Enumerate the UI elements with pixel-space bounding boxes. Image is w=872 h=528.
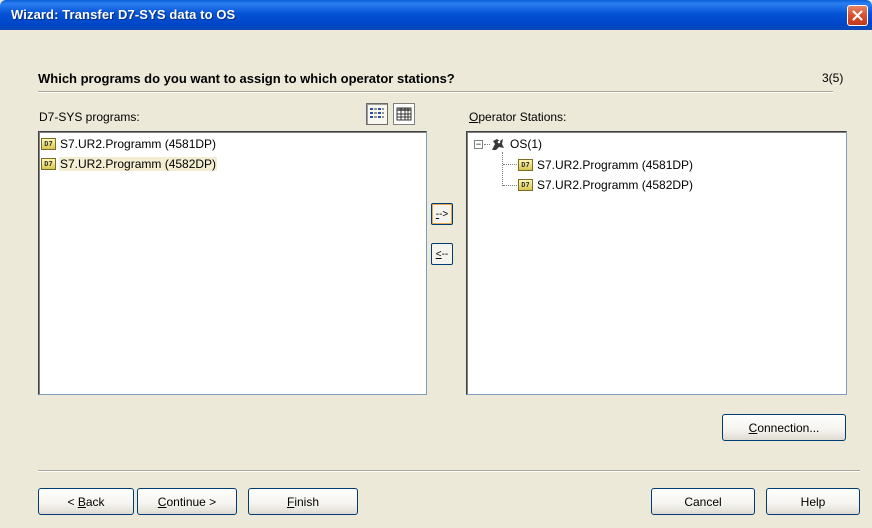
- program-icon: D7: [41, 138, 56, 150]
- tree-node-label: S7.UR2.Programm (4581DP): [537, 158, 694, 172]
- list-view-icon: [370, 108, 384, 118]
- window-title: Wizard: Transfer D7-SYS data to OS: [11, 7, 236, 22]
- footer-divider: [38, 470, 860, 472]
- continue-button[interactable]: Continue >: [137, 488, 237, 515]
- operator-station-icon: [492, 138, 504, 150]
- step-indicator: 3(5): [822, 71, 844, 85]
- finish-button[interactable]: Finish: [248, 488, 358, 515]
- list-view-button[interactable]: [366, 103, 388, 125]
- wizard-window: Wizard: Transfer D7-SYS data to OS Which…: [0, 0, 872, 528]
- back-button[interactable]: < Back: [38, 488, 134, 515]
- list-item-label: S7.UR2.Programm (4581DP): [60, 137, 217, 151]
- heading-divider: [38, 91, 833, 93]
- tree-node-program[interactable]: D7 S7.UR2.Programm (4582DP): [518, 177, 694, 193]
- close-icon: [852, 10, 863, 21]
- program-icon: D7: [518, 159, 533, 171]
- d7sys-programs-label: D7-SYS programs:: [39, 110, 140, 124]
- assign-button[interactable]: -->: [431, 203, 453, 225]
- details-view-icon: [396, 107, 412, 121]
- close-button[interactable]: [847, 5, 868, 26]
- page-question: Which programs do you want to assign to …: [38, 71, 455, 86]
- title-bar[interactable]: Wizard: Transfer D7-SYS data to OS: [0, 0, 872, 30]
- connection-button[interactable]: Connection...: [722, 414, 846, 441]
- tree-node-os[interactable]: OS(1): [490, 136, 543, 152]
- operator-stations-tree[interactable]: − OS(1) D7 S7.UR2.Programm (4581DP) D7 S…: [466, 131, 847, 395]
- program-icon: D7: [41, 158, 56, 170]
- tree-expander[interactable]: −: [474, 140, 483, 149]
- help-button[interactable]: Help: [766, 488, 860, 515]
- tree-connector: [503, 164, 517, 165]
- tree-node-program[interactable]: D7 S7.UR2.Programm (4581DP): [518, 157, 694, 173]
- program-icon: D7: [518, 179, 533, 191]
- list-item-label: S7.UR2.Programm (4582DP): [59, 157, 218, 171]
- remove-button[interactable]: <--: [431, 243, 453, 265]
- list-item[interactable]: D7 S7.UR2.Programm (4582DP): [41, 156, 218, 172]
- tree-node-label: OS(1): [510, 137, 543, 151]
- details-view-button[interactable]: [393, 103, 415, 125]
- tree-node-label: S7.UR2.Programm (4582DP): [537, 178, 694, 192]
- d7sys-programs-list[interactable]: D7 S7.UR2.Programm (4581DP) D7 S7.UR2.Pr…: [38, 131, 427, 395]
- tree-connector: [502, 152, 503, 186]
- operator-stations-label: Operator Stations:: [469, 110, 567, 124]
- list-item[interactable]: D7 S7.UR2.Programm (4581DP): [41, 136, 217, 152]
- tree-connector: [503, 185, 517, 186]
- cancel-button[interactable]: Cancel: [651, 488, 755, 515]
